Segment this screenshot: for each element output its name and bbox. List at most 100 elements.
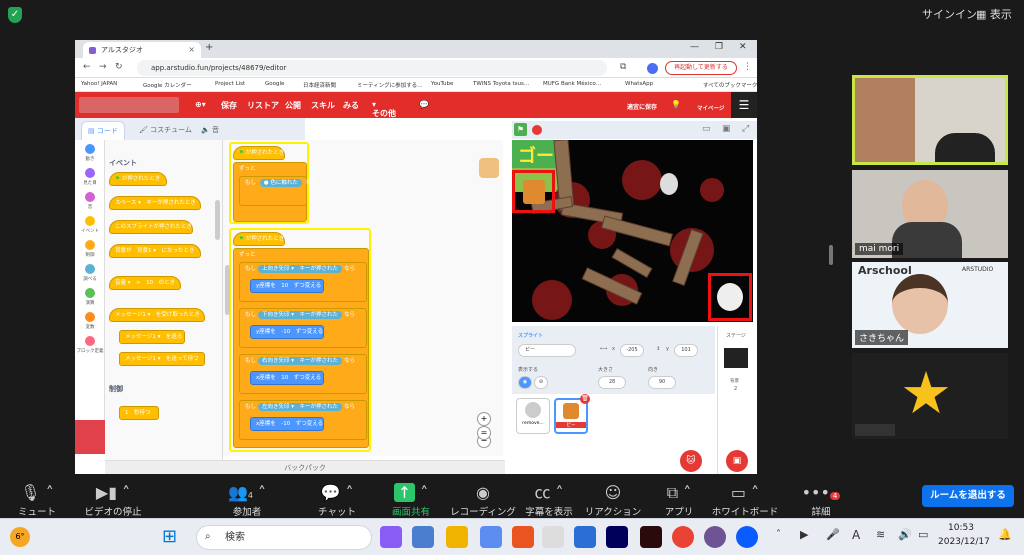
menu-publish[interactable]: 公開 [285, 100, 301, 111]
bookmark-item[interactable]: Project List [215, 81, 245, 87]
if-key-block[interactable]: もし 上向き矢印 ▾ キーが押された なら y座標を 10 ずつ変える [239, 262, 367, 302]
more-button[interactable]: ••• 4 詳細 [786, 482, 856, 518]
sprite-tile[interactable]: remove... [516, 398, 550, 434]
calculator-icon[interactable] [412, 526, 434, 548]
apps-button[interactable]: ⧉ ˄ アプリ [644, 482, 714, 518]
participant-tile-star[interactable]: ★ [852, 353, 1008, 439]
if-key-block[interactable]: もし 右向き矢印 ▾ キーが押された なら x座標を 10 ずつ変える [239, 354, 367, 394]
direction-input[interactable]: 90 [648, 376, 676, 389]
weather-icon[interactable]: 6° [10, 527, 30, 547]
player-sprite-highlight[interactable] [512, 170, 555, 213]
change-coordinate-block[interactable]: x座標を 10 ずつ変える [250, 371, 324, 385]
category-item[interactable]: 音 [75, 192, 105, 210]
category-item[interactable]: 演算 [75, 288, 105, 306]
mute-button[interactable]: 🎙 ˄ ミュート [2, 482, 72, 518]
new-tab-icon[interactable]: + [205, 42, 213, 53]
stop-video-button[interactable]: ▶▮ ˄ ビデオの停止 [78, 482, 148, 518]
script2-hat[interactable]: ⚑ が押されたとき [233, 232, 285, 246]
tab-sound[interactable]: 🔈 音 [195, 121, 225, 140]
ubuntu-icon[interactable] [512, 526, 534, 548]
clock-time[interactable]: 10:53 [948, 523, 974, 533]
block-receive-message[interactable]: メッセージ1 ▾ を受け取ったとき [109, 308, 205, 322]
touching-color-block[interactable]: ● 色に触れた [259, 179, 302, 187]
leave-room-button[interactable]: ルームを退出する [922, 485, 1014, 507]
gallery-resize-handle[interactable] [829, 245, 833, 265]
participant-tile-mai[interactable]: mai mori [852, 170, 1008, 258]
change-coordinate-block[interactable]: x座標を -10 ずつ変える [250, 417, 324, 431]
block-backdrop-switch[interactable]: 背景が 背景1 ▾ になったとき [109, 244, 201, 258]
taskbar-search[interactable]: 検索 [196, 525, 372, 550]
profile-avatar[interactable] [647, 63, 658, 74]
category-item[interactable]: 見た目 [75, 168, 105, 186]
file-explorer-icon[interactable] [446, 526, 468, 548]
x-input[interactable]: -205 [620, 344, 644, 357]
show-eye-icon[interactable]: ◉ [518, 376, 532, 389]
menu-save[interactable]: 保存 [221, 100, 237, 111]
bookmark-item[interactable]: ミーティングに参加する… [357, 81, 423, 89]
block-broadcast-wait[interactable]: メッセージ1 ▾ を送って待つ [119, 352, 205, 366]
category-item[interactable]: イベント [75, 216, 105, 234]
wifi-icon[interactable]: ≋ [876, 528, 885, 541]
chrome-icon[interactable] [672, 526, 694, 548]
share-screen-button[interactable]: ↑ ˄ 画面共有 [376, 482, 446, 518]
notification-bell-icon[interactable]: 🔔 [998, 528, 1012, 541]
key-pressed-condition[interactable]: 下向き矢印 ▾ キーが押された [258, 311, 343, 319]
tab-costume[interactable]: 🖌 コスチューム [133, 121, 198, 140]
participants-button[interactable]: 👥4 ˄ 参加者 [212, 482, 282, 518]
add-sprite-button[interactable]: 🐱 [680, 450, 702, 472]
category-item[interactable]: ブロック定義 [75, 336, 105, 354]
battery-icon[interactable]: ▭ [918, 528, 928, 541]
whiteboard-button[interactable]: ▭ ˄ ホワイトボード [710, 482, 780, 518]
category-item[interactable]: 動き [75, 144, 105, 162]
add-backdrop-button[interactable]: ▣ [726, 450, 748, 472]
reactions-button[interactable]: ☺ リアクション [578, 482, 648, 518]
illustrator-icon[interactable] [640, 526, 662, 548]
participant-tile-active[interactable] [852, 75, 1008, 165]
palette-scrollbar[interactable] [215, 200, 220, 240]
zoom-reset-icon[interactable]: = [477, 426, 491, 440]
url-input[interactable]: app.arstudio.fun/projects/48679/editor [137, 60, 607, 76]
misc-app-icon[interactable] [704, 526, 726, 548]
save-timely-label[interactable]: 適宜に保存 [627, 102, 657, 111]
delete-sprite-icon[interactable]: 🗑 [580, 394, 590, 404]
bookmark-item[interactable]: Yahoo! JAPAN [81, 81, 117, 87]
bulb-icon[interactable]: 💡 [671, 100, 681, 109]
large-stage-icon[interactable]: ▣ [722, 124, 731, 134]
if-key-block[interactable]: もし 左向き矢印 ▾ キーが押された なら x座標を -10 ずつ変える [239, 400, 367, 440]
chat-button[interactable]: 💬 ˄ チャット [302, 482, 372, 518]
size-input[interactable]: 28 [598, 376, 626, 389]
hamburger-icon[interactable]: ☰ [731, 92, 757, 118]
reload-icon[interactable]: ↻ [115, 62, 123, 72]
tray-overflow-icon[interactable]: ˄ [776, 529, 781, 540]
change-coordinate-block[interactable]: y座標を -10 ずつ変える [250, 325, 324, 339]
script1-if[interactable]: もし ● 色に触れた なら [239, 176, 317, 206]
bookmark-item[interactable]: WhatsApp [625, 81, 653, 87]
browser-tab[interactable]: アルスタジオ × [83, 42, 201, 58]
category-item[interactable]: 制御 [75, 240, 105, 258]
forward-icon[interactable]: → [99, 62, 107, 72]
bookmark-item[interactable]: Google [265, 81, 284, 87]
bookmark-item[interactable]: YouTube [431, 81, 453, 87]
security-shield-icon[interactable]: ✓ [8, 7, 22, 23]
windows-start-icon[interactable]: ⊞ [162, 527, 177, 547]
script1-hat[interactable]: ⚑ が押されたとき [233, 146, 285, 160]
if-key-block[interactable]: もし 下向き矢印 ▾ キーが押された なら y座標を -10 ずつ変える [239, 308, 367, 348]
category-item[interactable]: 調べる [75, 264, 105, 282]
bookmark-item[interactable]: MUFG Bank México… [543, 81, 601, 87]
menu-view[interactable]: みる [343, 100, 359, 111]
zoom-in-icon[interactable]: + [477, 412, 491, 426]
script-1[interactable]: ⚑ が押されたとき ずっと もし ● 色に触れた なら [229, 142, 317, 224]
maximize-icon[interactable]: ❐ [715, 42, 723, 52]
small-stage-icon[interactable]: ▭ [702, 124, 711, 134]
snipping-tool-icon[interactable] [480, 526, 502, 548]
participant-tile-saki[interactable]: Arschool ARSTUDIO さきちゃん [852, 262, 1008, 348]
green-flag-button[interactable]: ⚑ [514, 123, 527, 136]
backpack-bar[interactable]: バックパック [105, 460, 505, 474]
y-input[interactable]: 101 [674, 344, 698, 357]
zoom-app-icon[interactable] [736, 526, 758, 548]
key-pressed-condition[interactable]: 右向き矢印 ▾ キーが押された [258, 357, 343, 365]
back-icon[interactable]: ← [83, 62, 91, 72]
block-flag-clicked[interactable]: ⚑ が押されたとき [109, 172, 167, 186]
bookmark-item[interactable]: 日本経済新聞 [303, 81, 336, 89]
change-coordinate-block[interactable]: y座標を 10 ずつ変える [250, 279, 324, 293]
